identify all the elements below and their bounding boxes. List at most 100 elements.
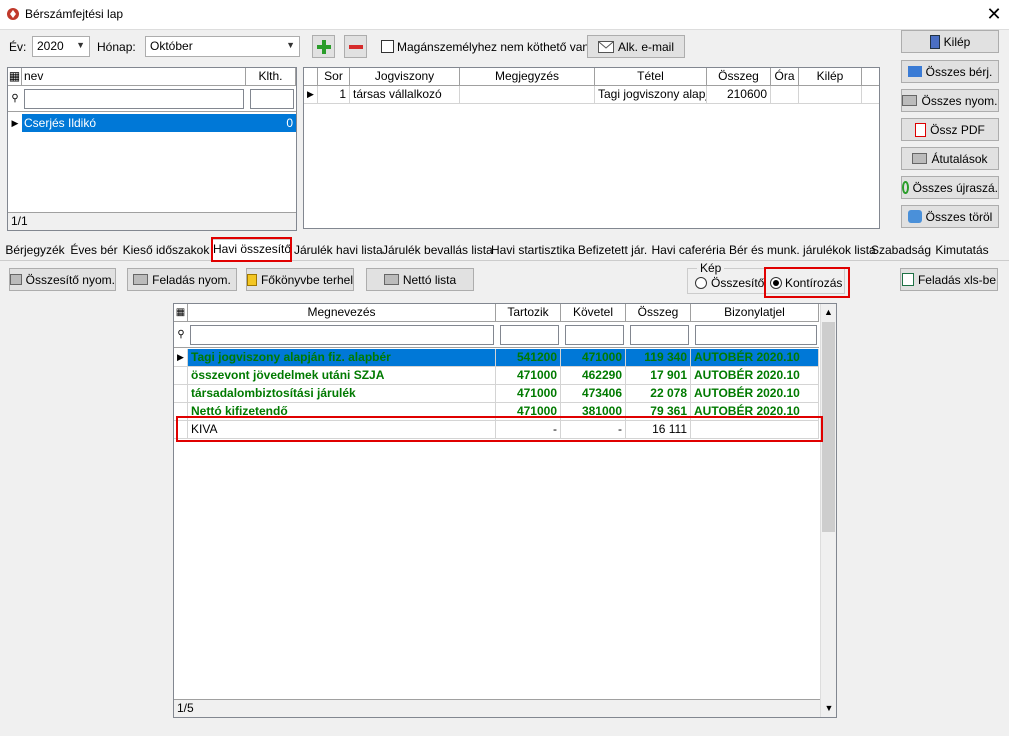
cell-bizonylatjel: AUTOBÉR 2020.10	[691, 403, 819, 420]
ossz-pdf-button[interactable]: Össz PDF	[901, 118, 999, 141]
table-row[interactable]: Nettó kifizetendő 471000 381000 79 361 A…	[174, 403, 819, 421]
employee-grid: ▦ nev Klth. ⚲ ▶ Cserjés Ildikó 0 1/1	[7, 67, 297, 231]
col-kovetel[interactable]: Követel	[561, 304, 626, 321]
table-row[interactable]: KIVA - - 16 111	[174, 421, 819, 439]
netto-lista-button[interactable]: Nettó lista	[366, 268, 474, 291]
kilep-button[interactable]: Kilép	[901, 30, 999, 53]
feladas-nyom-button[interactable]: Feladás nyom.	[127, 268, 237, 291]
osszesito-nyom-label: Összesítő nyom.	[25, 272, 115, 287]
door-icon	[929, 34, 940, 49]
bizonylat-filter-input[interactable]	[695, 324, 817, 345]
col-megnevezes[interactable]: Megnevezés	[188, 304, 496, 321]
tab-kieso-idoszakok[interactable]: Kieső időszakok	[122, 241, 210, 260]
col-osszeg[interactable]: Összeg	[626, 304, 691, 321]
nev-filter-input[interactable]	[24, 88, 244, 109]
osszes-ujraszamol-label: Összes újraszá.	[912, 180, 998, 195]
summary-grid-footer: 1/5	[174, 699, 820, 717]
row-indicator	[174, 367, 188, 384]
email-button-label: Alk. e-mail	[617, 39, 674, 54]
col-tartozik[interactable]: Tartozik	[496, 304, 561, 321]
title-bar: Bérszámfejtési lap ✕	[0, 0, 1009, 30]
pdf-icon	[915, 122, 927, 137]
grid-corner	[304, 68, 318, 85]
tab-havi-osszesito[interactable]: Havi összesítő	[212, 239, 292, 261]
tab-havi-caferia[interactable]: Havi caferéria	[650, 241, 727, 260]
col-bizonylatjel[interactable]: Bizonylatjel	[691, 304, 819, 321]
envelope-icon	[597, 40, 614, 53]
scroll-thumb[interactable]	[822, 322, 835, 532]
osszes-torol-button[interactable]: Összes töröl	[901, 205, 999, 228]
ossz-pdf-label: Össz PDF	[930, 122, 985, 137]
printer-icon	[383, 274, 399, 285]
honap-select[interactable]: Október ▼	[145, 36, 300, 57]
employee-name: Cserjés Ildikó	[22, 114, 246, 132]
honap-value: Október	[150, 39, 193, 53]
app-icon	[7, 8, 19, 20]
private-checkbox[interactable]	[381, 40, 394, 53]
tartozik-filter-input[interactable]	[500, 324, 559, 345]
col-kilep[interactable]: Kilép	[799, 68, 862, 85]
col-sor[interactable]: Sor	[318, 68, 350, 85]
close-icon[interactable]: ✕	[984, 4, 1004, 24]
table-row[interactable]: összevont jövedelmek utáni SZJA 471000 4…	[174, 367, 819, 385]
tab-jarulek-bevallas-lista[interactable]: Járulék bevallás lista	[382, 241, 493, 260]
cell-sor: 1	[318, 86, 350, 103]
tab-ber-es-munk-jarulekok-lista[interactable]: Bér és munk. járulékok lista	[729, 241, 876, 260]
add-button[interactable]	[312, 35, 335, 58]
osszes-berj-label: Összes bérj.	[925, 64, 993, 79]
col-megjegyzes[interactable]: Megjegyzés	[460, 68, 595, 85]
ev-select[interactable]: 2020 ▼	[32, 36, 90, 57]
export-icon	[247, 273, 257, 286]
remove-button[interactable]	[344, 35, 367, 58]
cell-ora	[771, 86, 799, 103]
tab-kimutatas[interactable]: Kimutatás	[934, 241, 990, 260]
plus-icon	[316, 39, 331, 54]
fokonyvbe-terhel-button[interactable]: Főkönyvbe terhel	[246, 268, 354, 291]
cell-tetel: Tagi jogviszony alapján	[595, 86, 707, 103]
table-row[interactable]: társadalombiztosítási járulék 471000 473…	[174, 385, 819, 403]
netto-lista-label: Nettó lista	[402, 272, 457, 287]
klth-filter-input[interactable]	[250, 88, 294, 109]
employee-klth: 0	[246, 114, 296, 132]
col-nev[interactable]: nev	[22, 68, 246, 85]
atutalasok-button[interactable]: Átutalások	[901, 147, 999, 170]
kovetel-filter-input[interactable]	[565, 324, 624, 345]
tab-eves-ber[interactable]: Éves bér	[68, 241, 120, 260]
tab-havi-startisztika[interactable]: Havi startisztika	[491, 241, 575, 260]
osszeg-filter-input[interactable]	[630, 324, 689, 345]
col-tetel[interactable]: Tétel	[595, 68, 707, 85]
cell-tartozik: 471000	[496, 385, 561, 402]
osszes-berj-button[interactable]: Összes bérj.	[901, 60, 999, 83]
payroll-grid-header: Sor Jogviszony Megjegyzés Tétel Összeg Ó…	[304, 68, 879, 86]
osszes-ujraszamol-button[interactable]: Összes újraszá.	[901, 176, 999, 199]
col-jogviszony[interactable]: Jogviszony	[350, 68, 460, 85]
cell-bizonylatjel: AUTOBÉR 2020.10	[691, 349, 819, 366]
kontirozas-radio[interactable]	[770, 277, 782, 289]
megnevezes-filter-input[interactable]	[190, 324, 494, 345]
feladas-xls-button[interactable]: Feladás xls-be	[900, 268, 998, 291]
grid-corner-icon: ▦	[174, 304, 188, 321]
col-ora[interactable]: Óra	[771, 68, 799, 85]
table-row[interactable]: ▶ Tagi jogviszony alapján fiz. alapbér 5…	[174, 349, 819, 367]
osszesito-radio[interactable]	[695, 277, 707, 289]
osszesito-nyom-button[interactable]: Összesítő nyom.	[9, 268, 116, 291]
email-button[interactable]: Alk. e-mail	[587, 35, 685, 58]
cell-megnevezes: KIVA	[188, 421, 496, 438]
ev-label: Év:	[9, 40, 27, 54]
tab-befizetett-jar[interactable]: Befizetett jár.	[577, 241, 648, 260]
tab-szabadsag[interactable]: Szabadság	[870, 241, 932, 260]
scroll-up-icon[interactable]: ▲	[821, 304, 836, 320]
tab-berjegyzek[interactable]: Bérjegyzék	[4, 241, 66, 260]
table-row[interactable]: ▶ 1 társas vállalkozó Tagi jogviszony al…	[304, 86, 879, 104]
binoculars-icon: ⚲	[177, 329, 185, 340]
row-indicator	[174, 421, 188, 438]
tab-jarulek-havi-lista[interactable]: Járulék havi lista	[294, 241, 383, 260]
table-row[interactable]: ▶ Cserjés Ildikó 0	[8, 114, 296, 132]
col-klth[interactable]: Klth.	[246, 68, 296, 85]
scroll-down-icon[interactable]: ▼	[821, 700, 837, 716]
osszes-nyom-label: Összes nyom.	[921, 93, 998, 108]
osszes-nyom-button[interactable]: Összes nyom.	[901, 89, 999, 112]
feladas-xls-label: Feladás xls-be	[917, 272, 997, 287]
col-osszeg[interactable]: Összeg	[707, 68, 771, 85]
vertical-scrollbar[interactable]: ▲ ▼	[820, 304, 836, 717]
